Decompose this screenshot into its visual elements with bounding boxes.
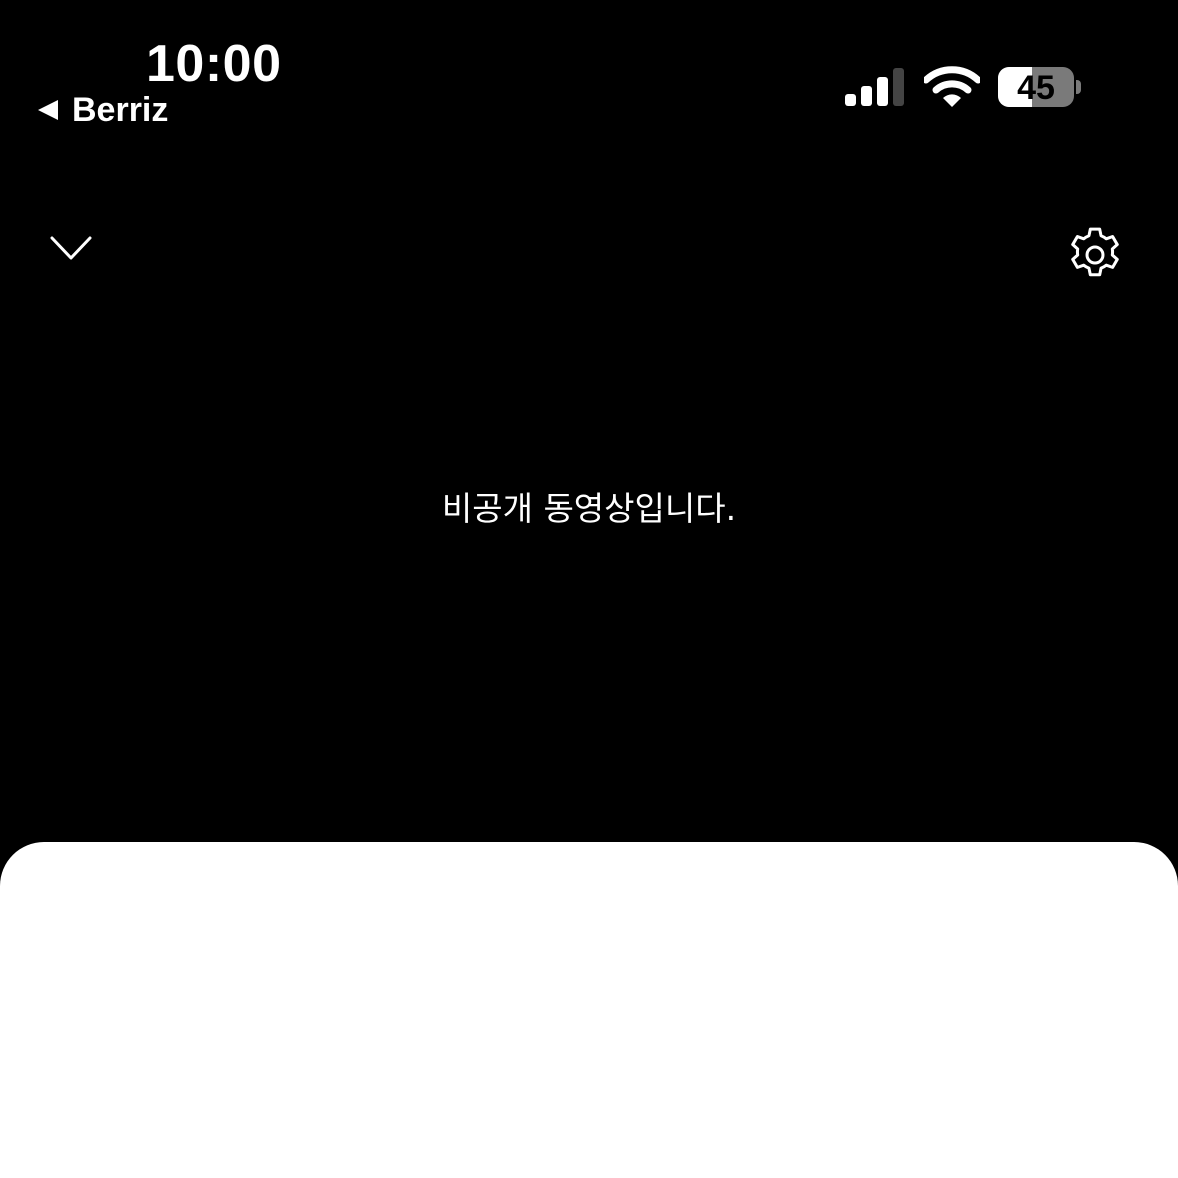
- video-player-screen: 10:00 Berriz 45 비공개 동영상입니다.: [0, 0, 1178, 1178]
- settings-button[interactable]: [1062, 222, 1128, 288]
- status-time: 10:00: [146, 35, 282, 93]
- chevron-down-icon: [50, 236, 92, 260]
- wifi-icon: [924, 66, 980, 107]
- battery-tip: [1076, 80, 1081, 94]
- private-video-message: 비공개 동영상입니다.: [441, 489, 737, 528]
- back-arrow-icon: [38, 100, 58, 120]
- bottom-sheet: [0, 842, 1178, 1178]
- signal-icon: [845, 68, 904, 106]
- back-app-label: Berriz: [72, 91, 169, 129]
- gear-icon: [1071, 227, 1119, 277]
- battery-icon: 45: [998, 67, 1084, 109]
- battery-level: 45: [1017, 69, 1055, 107]
- back-to-app-button[interactable]: Berriz: [38, 90, 168, 130]
- collapse-button[interactable]: [46, 226, 96, 270]
